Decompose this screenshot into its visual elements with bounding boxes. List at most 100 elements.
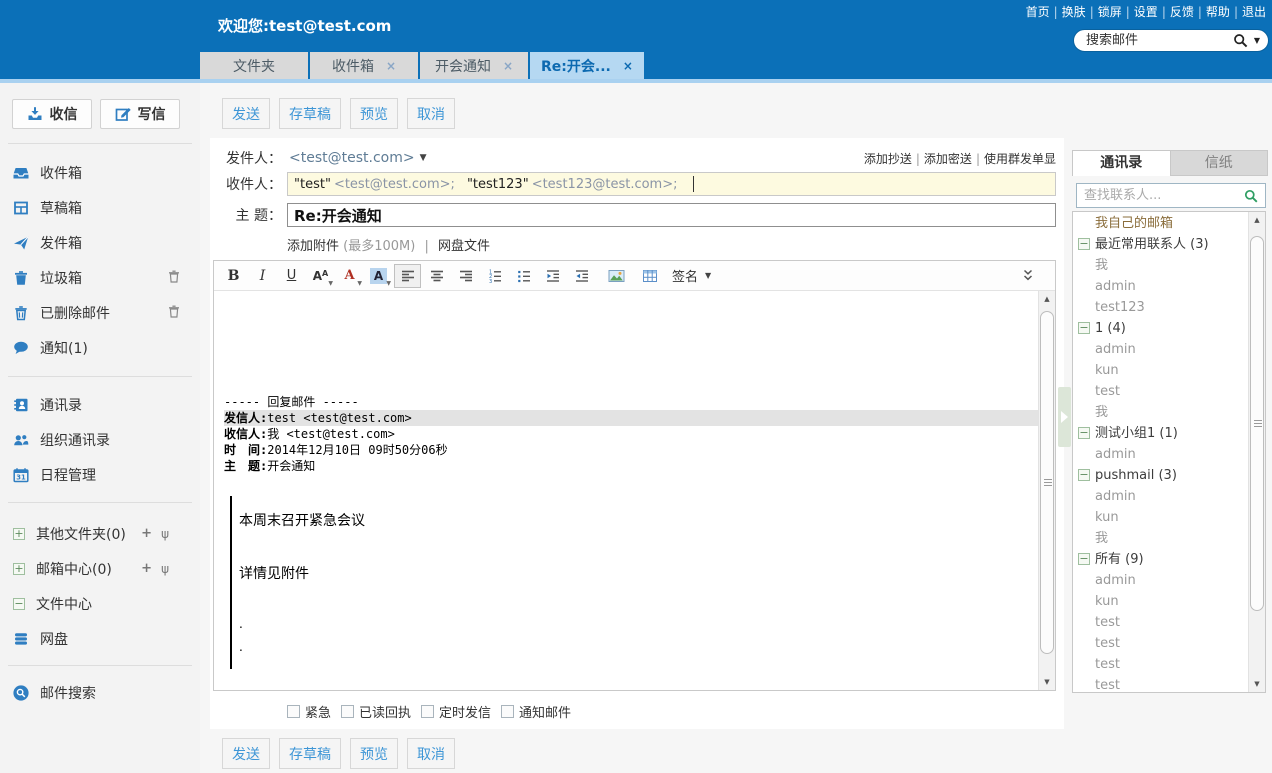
contact-item[interactable]: 我 xyxy=(1073,255,1248,276)
indent-button[interactable] xyxy=(539,264,566,288)
manage-mail-center-icon[interactable]: ψ xyxy=(161,562,169,576)
save-draft-button[interactable]: 存草稿 xyxy=(279,98,341,129)
sidebar-item-netdisk[interactable]: 网盘 xyxy=(0,621,200,656)
tab-close-icon[interactable]: × xyxy=(623,59,633,73)
italic-button[interactable]: I xyxy=(249,264,276,288)
send-button-bottom[interactable]: 发送 xyxy=(222,738,270,769)
contacts-panel-collapse-handle[interactable] xyxy=(1058,387,1071,447)
send-button[interactable]: 发送 xyxy=(222,98,270,129)
nav-help[interactable]: 帮助 xyxy=(1206,5,1230,19)
save-draft-button-bottom[interactable]: 存草稿 xyxy=(279,738,341,769)
sidebar-item-mail-center[interactable]: + 邮箱中心(0) + ψ xyxy=(0,551,200,586)
notice-mail-checkbox[interactable] xyxy=(501,705,515,718)
sidebar-item-contacts[interactable]: 通讯录 xyxy=(0,387,200,422)
mail-search-box[interactable]: ▼ xyxy=(1073,29,1269,52)
contact-item[interactable]: admin xyxy=(1073,486,1248,507)
contact-item[interactable]: test xyxy=(1073,633,1248,654)
contact-group-1[interactable]: −1 (4) xyxy=(1073,318,1248,339)
scroll-up-icon[interactable]: ▲ xyxy=(1249,212,1265,228)
contact-item[interactable]: test xyxy=(1073,381,1248,402)
mass-send-link[interactable]: 使用群发单显 xyxy=(984,152,1056,166)
netdisk-file-link[interactable]: 网盘文件 xyxy=(438,239,490,254)
receive-mail-button[interactable]: 收信 xyxy=(12,99,92,129)
collapse-minus-icon[interactable]: − xyxy=(1078,469,1090,481)
recipient-name[interactable]: "test123" xyxy=(467,177,529,192)
tab-meeting-notice[interactable]: 开会通知 × xyxy=(420,52,528,79)
editor-scrollbar[interactable]: ▲ ▼ xyxy=(1038,291,1055,690)
font-color-button[interactable]: A ▼ xyxy=(336,264,363,288)
bullet-list-button[interactable] xyxy=(510,264,537,288)
collapse-minus-icon[interactable]: − xyxy=(1078,427,1090,439)
contact-item[interactable]: kun xyxy=(1073,591,1248,612)
contact-group-recent[interactable]: − 最近常用联系人 (3) xyxy=(1073,234,1248,255)
nav-logout[interactable]: 退出 xyxy=(1242,5,1266,19)
contact-item[interactable]: 我 xyxy=(1073,528,1248,549)
toolbar-more-icon[interactable] xyxy=(1022,269,1034,282)
nav-home[interactable]: 首页 xyxy=(1026,5,1050,19)
contact-group-all[interactable]: − 所有 (9) xyxy=(1073,549,1248,570)
contact-search-input[interactable] xyxy=(1084,188,1239,203)
tab-inbox[interactable]: 收件箱 × xyxy=(310,52,418,79)
contact-item[interactable]: 我 xyxy=(1073,402,1248,423)
contact-self-mailbox[interactable]: 我自己的邮箱 xyxy=(1073,213,1248,234)
add-mail-center-icon[interactable]: + xyxy=(141,561,152,576)
cancel-button[interactable]: 取消 xyxy=(407,98,455,129)
tab-contacts[interactable]: 通讯录 xyxy=(1072,150,1171,176)
sidebar-item-inbox[interactable]: 收件箱 xyxy=(0,155,200,190)
signature-dropdown[interactable]: 签名 ▼ xyxy=(672,266,711,285)
add-attachment-link[interactable]: 添加附件 xyxy=(287,239,339,254)
tab-close-icon[interactable]: × xyxy=(503,59,513,73)
read-receipt-checkbox[interactable] xyxy=(341,705,355,718)
sidebar-item-drafts[interactable]: 草稿箱 xyxy=(0,190,200,225)
bold-button[interactable]: B xyxy=(220,264,247,288)
contact-item[interactable]: test xyxy=(1073,654,1248,675)
contact-item[interactable]: admin xyxy=(1073,339,1248,360)
cancel-button-bottom[interactable]: 取消 xyxy=(407,738,455,769)
tab-reply-meeting-notice[interactable]: Re:开会... × xyxy=(530,52,644,79)
align-left-button[interactable] xyxy=(394,263,421,288)
scroll-down-icon[interactable]: ▼ xyxy=(1249,676,1265,692)
sidebar-item-other-folders[interactable]: + 其他文件夹(0) + ψ xyxy=(0,516,200,551)
contact-item[interactable]: test xyxy=(1073,612,1248,633)
collapse-minus-icon[interactable]: − xyxy=(1078,553,1090,565)
editor-body[interactable]: ----- 回复邮件 ----- 发信人:test <test@test.com… xyxy=(214,291,1038,690)
add-bcc-link[interactable]: 添加密送 xyxy=(924,152,972,166)
sidebar-item-notices[interactable]: 通知(1) xyxy=(0,330,200,365)
contact-item[interactable]: admin xyxy=(1073,276,1248,297)
align-right-button[interactable] xyxy=(452,264,479,288)
subject-input[interactable] xyxy=(287,203,1056,227)
mail-search-input[interactable] xyxy=(1086,33,1227,48)
search-scope-caret-icon[interactable]: ▼ xyxy=(1254,36,1260,45)
contact-item[interactable]: test xyxy=(1073,675,1248,692)
sidebar-item-file-center[interactable]: − 文件中心 xyxy=(0,586,200,621)
outdent-button[interactable] xyxy=(568,264,595,288)
insert-image-button[interactable] xyxy=(603,264,630,288)
underline-button[interactable]: U xyxy=(278,264,305,288)
compose-mail-button[interactable]: 写信 xyxy=(100,99,180,129)
from-caret-icon[interactable]: ▼ xyxy=(420,153,427,163)
sidebar-item-deleted[interactable]: 已删除邮件 xyxy=(0,295,200,330)
contact-group-test-team[interactable]: − 测试小组1 (1) xyxy=(1073,423,1248,444)
contact-item[interactable]: kun xyxy=(1073,360,1248,381)
contact-group-pushmail[interactable]: − pushmail (3) xyxy=(1073,465,1248,486)
ordered-list-button[interactable]: 123 xyxy=(481,264,508,288)
urgent-checkbox[interactable] xyxy=(287,705,300,718)
nav-feedback[interactable]: 反馈 xyxy=(1170,5,1194,19)
contact-item[interactable]: test123 xyxy=(1073,297,1248,318)
scroll-up-icon[interactable]: ▲ xyxy=(1039,291,1055,307)
from-address[interactable]: <test@test.com> xyxy=(289,150,415,166)
add-cc-link[interactable]: 添加抄送 xyxy=(864,152,912,166)
tab-stationery[interactable]: 信纸 xyxy=(1170,150,1268,176)
sidebar-item-sent[interactable]: 发件箱 xyxy=(0,225,200,260)
empty-junk-icon[interactable] xyxy=(168,270,180,283)
search-icon[interactable] xyxy=(1233,33,1248,48)
preview-button[interactable]: 预览 xyxy=(350,98,398,129)
add-folder-icon[interactable]: + xyxy=(141,526,152,541)
nav-settings[interactable]: 设置 xyxy=(1134,5,1158,19)
collapse-minus-icon[interactable]: − xyxy=(1078,322,1090,334)
scheduled-send-checkbox[interactable] xyxy=(421,705,435,718)
contact-item[interactable]: admin xyxy=(1073,444,1248,465)
tab-close-icon[interactable]: × xyxy=(386,59,396,73)
sidebar-item-calendar[interactable]: 31 日程管理 xyxy=(0,457,200,492)
contact-item[interactable]: admin xyxy=(1073,570,1248,591)
